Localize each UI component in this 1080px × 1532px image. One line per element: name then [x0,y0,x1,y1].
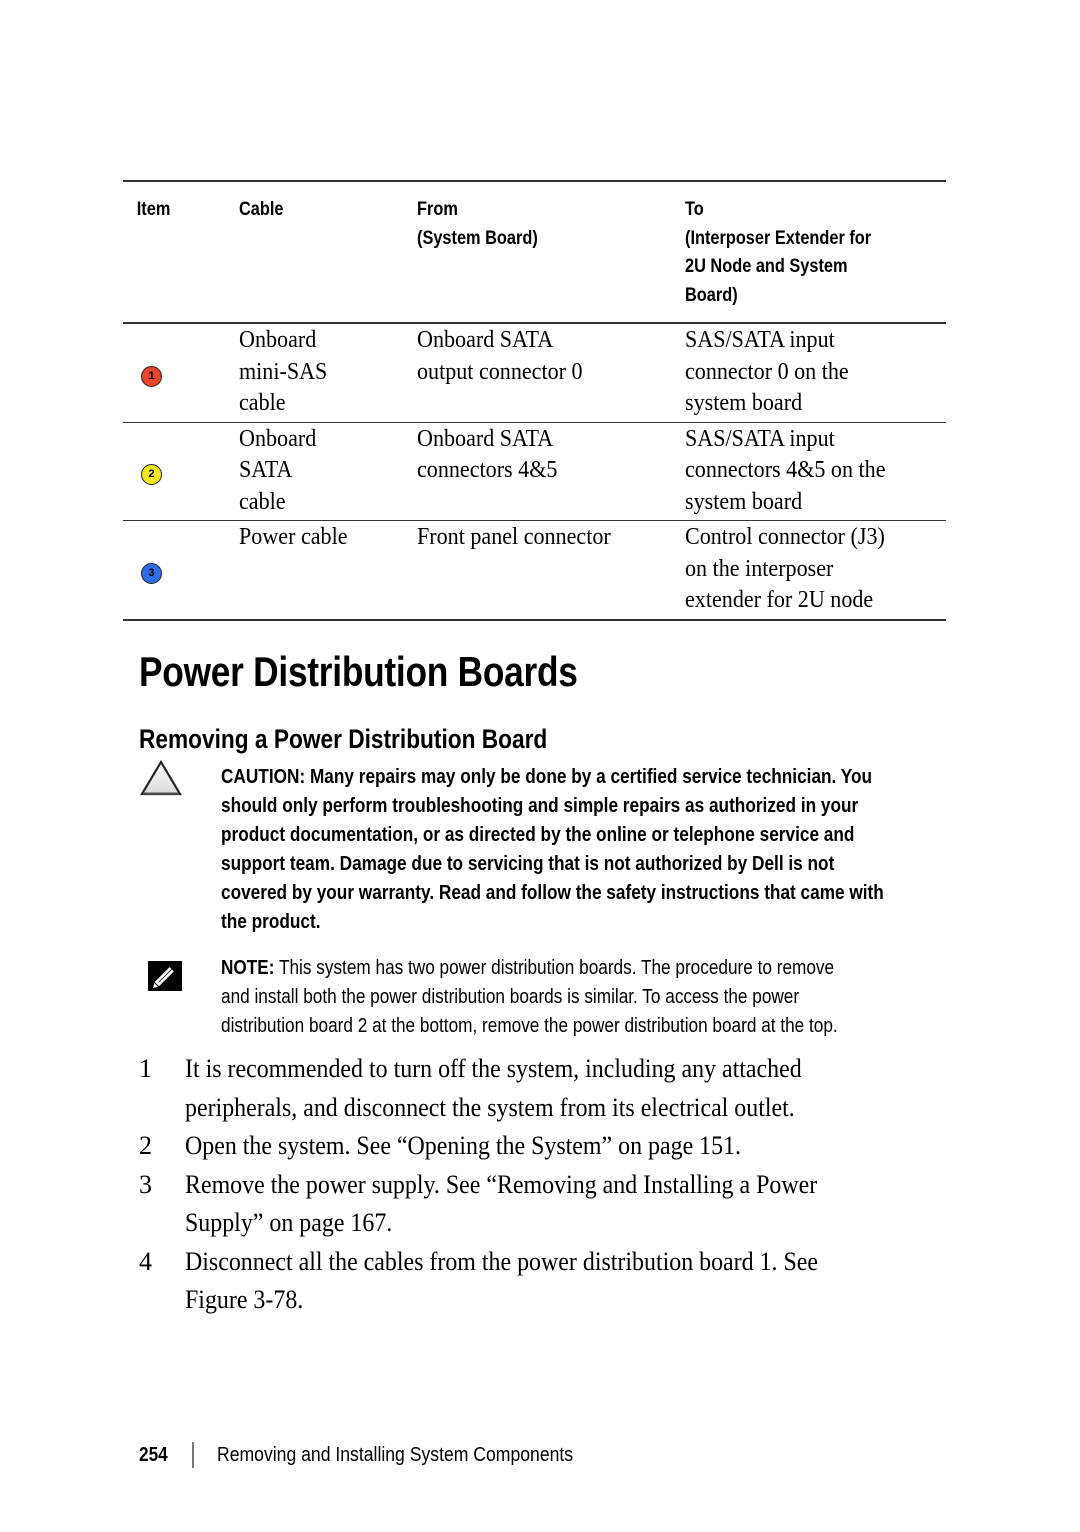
step-number: 2 [139,1131,152,1160]
step-item: 1 It is recommended to turn off the syst… [139,1050,939,1127]
to-cell: SAS/SATA input connectors 4&5 on the sys… [685,425,886,515]
section-title: Power Distribution Boards [139,648,578,695]
note-text: NOTE: This system has two power distribu… [221,957,838,1037]
cable-connection-table: Item Cable From (System Board) To (Inter… [123,180,946,621]
table-row: 1 Onboard mini-SAS cable Onboard SATA ou… [123,323,946,422]
table-header-row: Item Cable From (System Board) To (Inter… [123,181,946,323]
step-text: Open the system. See “Opening the System… [185,1131,742,1160]
footer-divider [192,1442,194,1468]
header-item: Item [136,199,171,220]
cable-cell: Onboard mini-SAS cable [239,327,328,416]
table-row: 2 Onboard SATA cable Onboard SATA connec… [123,422,946,521]
chapter-title: Removing and Installing System Component… [216,1443,573,1466]
callout-badge-1: 1 [141,365,162,387]
callout-badge-2: 2 [141,464,162,486]
pencil-note-icon [148,961,182,996]
item-cell: 3 [123,521,239,620]
item-cell: 1 [123,323,239,422]
step-item: 3 Remove the power supply. See “Removing… [139,1166,939,1243]
page-number: 254 [139,1443,168,1466]
subsection-title: Removing a Power Distribution Board [139,724,548,754]
item-cell: 2 [123,422,239,521]
cable-cell: Power cable [239,524,348,550]
from-cell: Front panel connector [417,524,612,550]
note-label: NOTE: [221,957,275,979]
note-notice: NOTE: This system has two power distribu… [140,952,980,1042]
page-footer: 254 Removing and Installing System Compo… [139,1440,622,1470]
header-from: From (System Board) [417,199,539,249]
caution-text: CAUTION: Many repairs may only be done b… [221,765,884,933]
step-text: It is recommended to turn off the system… [185,1054,802,1122]
procedure-steps: 1 It is recommended to turn off the syst… [139,1050,939,1320]
to-cell: Control connector (J3) on the interposer… [685,524,886,613]
table-row: 3 Power cable Front panel connector Cont… [123,521,946,620]
step-number: 1 [139,1054,152,1083]
header-to: To (Interposer Extender for 2U Node and … [685,199,872,306]
step-item: 4 Disconnect all the cables from the pow… [139,1243,939,1320]
step-number: 4 [139,1246,152,1276]
step-item: 2 Open the system. See “Opening the Syst… [139,1127,939,1166]
caution-triangle-icon [140,759,182,801]
step-text: Remove the power supply. See “Removing a… [185,1169,818,1238]
cable-cell: Onboard SATA cable [239,425,317,515]
step-number: 3 [139,1169,152,1199]
step-text: Disconnect all the cables from the power… [185,1246,819,1315]
to-cell: SAS/SATA input connector 0 on the system… [685,327,849,416]
header-cable: Cable [239,199,284,220]
from-cell: Onboard SATA output connector 0 [417,327,583,385]
callout-badge-3: 3 [141,562,162,584]
caution-notice: CAUTION: Many repairs may only be done b… [140,758,980,938]
from-cell: Onboard SATA connectors 4&5 [417,425,558,484]
